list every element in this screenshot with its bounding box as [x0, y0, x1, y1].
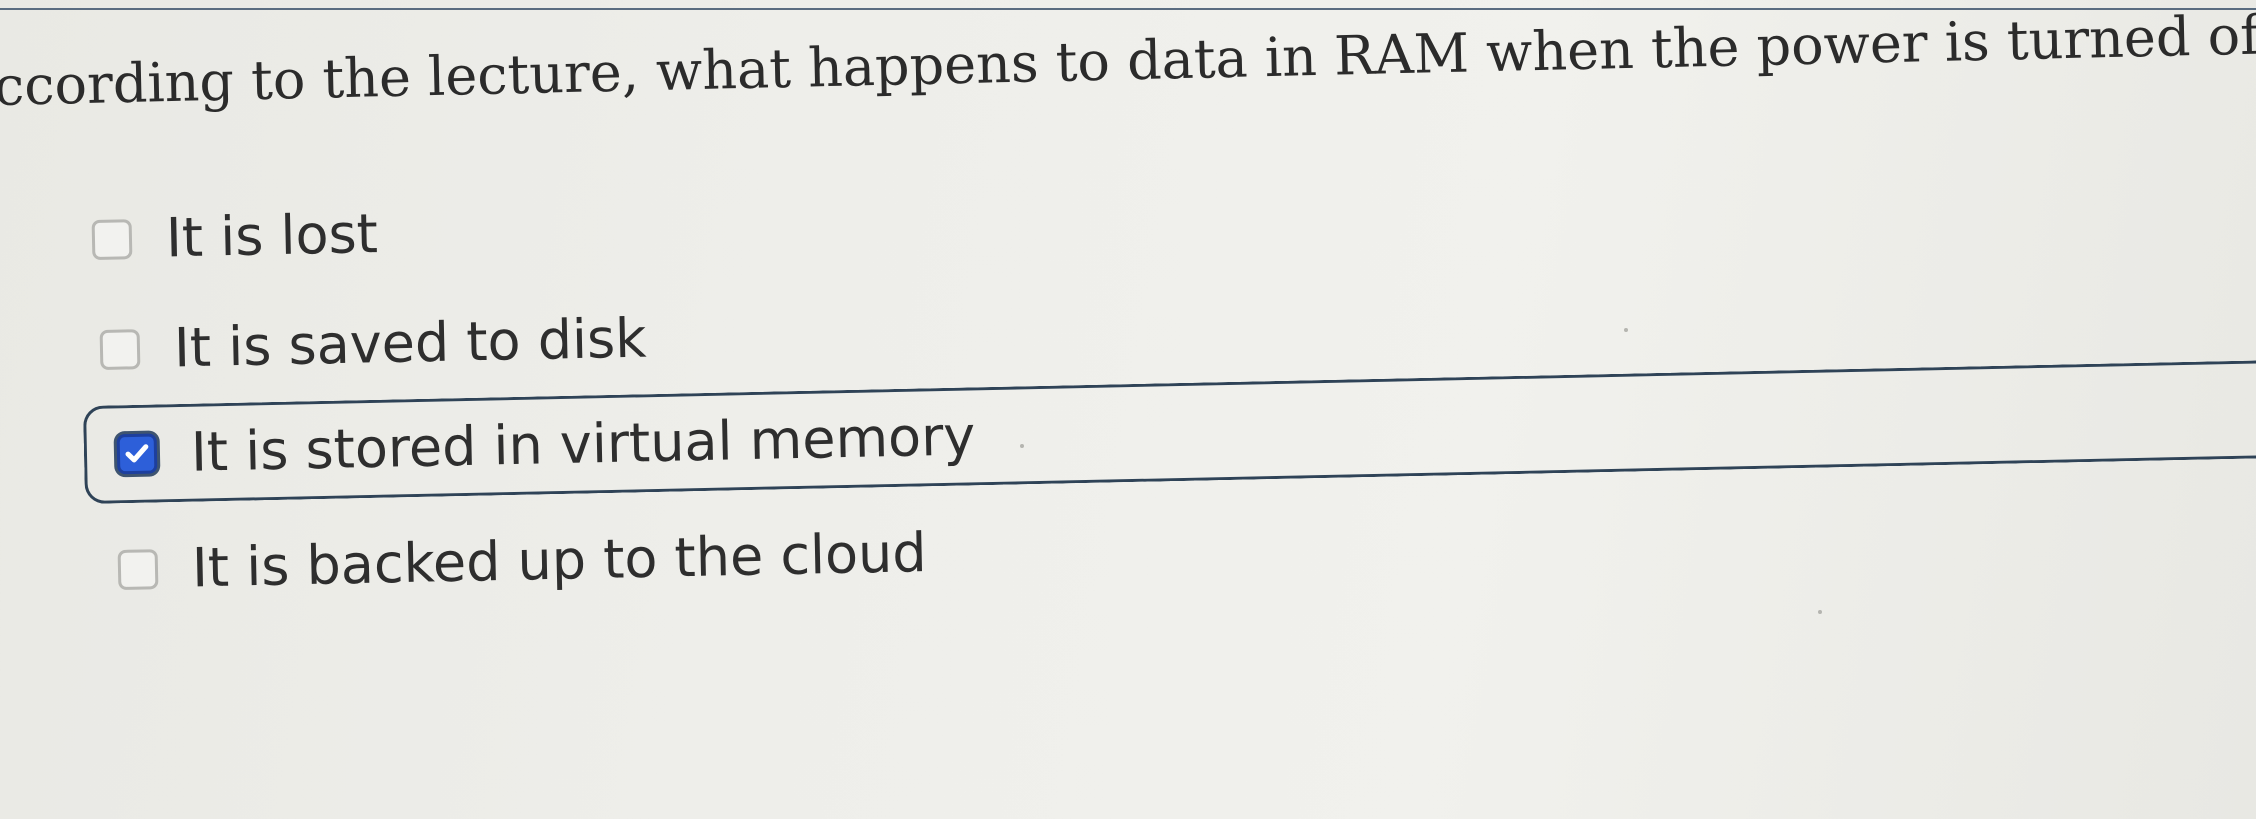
option-label: It is stored in virtual memory: [190, 404, 976, 484]
option-label: It is backed up to the cloud: [191, 521, 928, 600]
option-it-is-backed-up-to-the-cloud[interactable]: It is backed up to the cloud: [117, 521, 927, 602]
answer-options: It is lost It is saved to disk It is sto…: [0, 0, 2256, 819]
option-it-is-stored-in-virtual-memory[interactable]: It is stored in virtual memory: [82, 359, 2256, 504]
option-checkbox[interactable]: [99, 329, 141, 370]
background-speck: [1818, 610, 1822, 614]
option-it-is-saved-to-disk[interactable]: It is saved to disk: [99, 307, 647, 382]
option-it-is-lost[interactable]: It is lost: [91, 202, 379, 272]
option-label: It is lost: [165, 202, 379, 270]
background-speck: [1020, 444, 1024, 448]
option-label: It is saved to disk: [173, 306, 648, 380]
option-checkbox[interactable]: [117, 549, 159, 590]
checkmark-icon: [125, 444, 149, 463]
option-checkbox[interactable]: [91, 219, 133, 260]
background-speck: [1624, 328, 1628, 332]
option-checkbox-checked[interactable]: [116, 433, 158, 475]
